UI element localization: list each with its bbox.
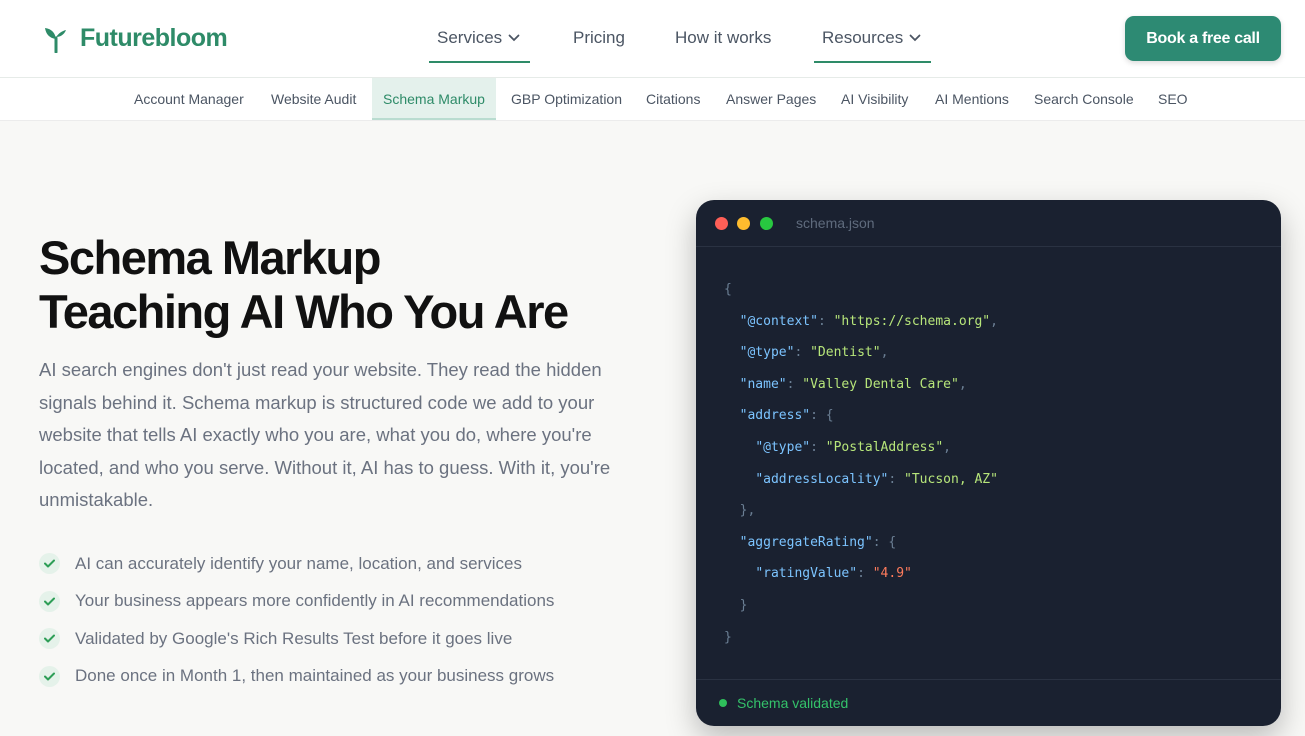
json-string: "https://schema.org"	[833, 313, 991, 329]
subnav-ai-visibility[interactable]: AI Visibility	[841, 78, 908, 120]
json-string: "Tucson, AZ"	[904, 471, 998, 487]
chevron-down-icon	[909, 34, 921, 42]
hero-description: AI search engines don't just read your w…	[39, 359, 611, 510]
nav-services[interactable]: Services	[428, 28, 531, 63]
status-dot-icon	[719, 699, 727, 707]
check-icon	[39, 590, 60, 612]
maximize-dot-icon	[760, 217, 773, 230]
json-string: "Dentist"	[810, 345, 881, 361]
json-key: "ratingValue"	[755, 566, 858, 582]
code-filename: schema.json	[796, 215, 875, 231]
code-line: "addressLocality": "Tucson, AZ"	[755, 471, 998, 487]
subnav-website-audit[interactable]: Website Audit	[271, 78, 356, 120]
json-key: "aggregateRating"	[739, 534, 873, 550]
json-key: "@type"	[755, 439, 811, 455]
feature-text: Validated by Google's Rich Results Test …	[75, 628, 513, 648]
list-item: Validated by Google's Rich Results Test …	[39, 620, 554, 658]
subnav-account-manager[interactable]: Account Manager	[134, 78, 244, 120]
json-string: "Valley Dental Care"	[802, 376, 959, 392]
code-line: "@type": "Dentist",	[739, 345, 889, 361]
feature-text: Your business appears more confidently i…	[75, 591, 555, 611]
nav-resources[interactable]: Resources	[813, 28, 932, 63]
brand-name: Futurebloom	[80, 24, 228, 52]
code-line: }	[724, 629, 732, 645]
feature-text: AI can accurately identify your name, lo…	[75, 553, 522, 573]
code-line: }	[724, 597, 748, 613]
nav-how-it-works[interactable]: How it works	[675, 28, 771, 48]
sprout-icon	[45, 27, 66, 53]
nav-pricing-label: Pricing	[573, 28, 625, 47]
page-title: Schema Markup Teaching AI Who You Are	[39, 231, 569, 339]
code-window: schema.json { "@context": "https://schem…	[696, 200, 1281, 726]
json-string: "4.9"	[872, 566, 912, 582]
book-free-call-button[interactable]: Book a free call	[1125, 16, 1281, 61]
nav-services-label: Services	[437, 28, 503, 47]
list-item: Done once in Month 1, then maintained as…	[39, 658, 554, 696]
subnav-gbp-optimization[interactable]: GBP Optimization	[511, 78, 622, 120]
json-key: "@context"	[739, 313, 818, 329]
top-navigation: Futurebloom Services Pricing How it work…	[0, 0, 1305, 78]
close-dot-icon	[715, 217, 728, 230]
nav-how-it-works-label: How it works	[675, 28, 772, 47]
nav-pricing[interactable]: Pricing	[573, 28, 625, 48]
code-line: "address": {	[739, 408, 834, 424]
subnav-seo[interactable]: SEO	[1158, 78, 1188, 120]
json-key: "name"	[739, 376, 787, 392]
code-content: { "@context": "https://schema.org", "@ty…	[724, 274, 998, 653]
subnav-ai-mentions[interactable]: AI Mentions	[935, 78, 1009, 120]
check-icon	[39, 553, 60, 575]
code-line: "name": "Valley Dental Care",	[739, 376, 967, 392]
nav-resources-label: Resources	[822, 28, 904, 47]
title-line-2: Teaching AI Who You Are	[39, 285, 569, 338]
chevron-down-icon	[508, 34, 520, 42]
validation-status: Schema validated	[696, 679, 1281, 726]
subnav-search-console[interactable]: Search Console	[1034, 78, 1134, 120]
subnav-schema-markup[interactable]: Schema Markup	[372, 78, 496, 120]
code-window-titlebar: schema.json	[696, 200, 1281, 247]
check-icon	[39, 665, 60, 687]
check-icon	[39, 628, 60, 650]
title-line-1: Schema Markup	[39, 231, 381, 284]
services-subnav: Account Manager Website Audit Schema Mar…	[0, 78, 1305, 121]
code-line: "@context": "https://schema.org",	[739, 313, 998, 329]
code-line: "@type": "PostalAddress",	[755, 439, 951, 455]
list-item: AI can accurately identify your name, lo…	[39, 545, 554, 583]
feature-list: AI can accurately identify your name, lo…	[39, 545, 554, 695]
json-key: "addressLocality"	[755, 471, 889, 487]
json-string: "PostalAddress"	[825, 439, 944, 455]
brand-logo[interactable]: Futurebloom	[44, 24, 228, 53]
code-line: },	[724, 503, 756, 519]
code-line: {	[724, 282, 732, 297]
code-line: "aggregateRating": {	[739, 534, 897, 550]
json-key: "@type"	[739, 345, 795, 361]
subnav-answer-pages[interactable]: Answer Pages	[726, 78, 816, 120]
minimize-dot-icon	[737, 217, 750, 230]
json-key: "address"	[739, 408, 811, 424]
subnav-citations[interactable]: Citations	[646, 78, 700, 120]
status-text: Schema validated	[737, 695, 849, 711]
list-item: Your business appears more confidently i…	[39, 583, 554, 621]
feature-text: Done once in Month 1, then maintained as…	[75, 666, 555, 686]
code-line: "ratingValue": "4.9"	[755, 566, 912, 582]
